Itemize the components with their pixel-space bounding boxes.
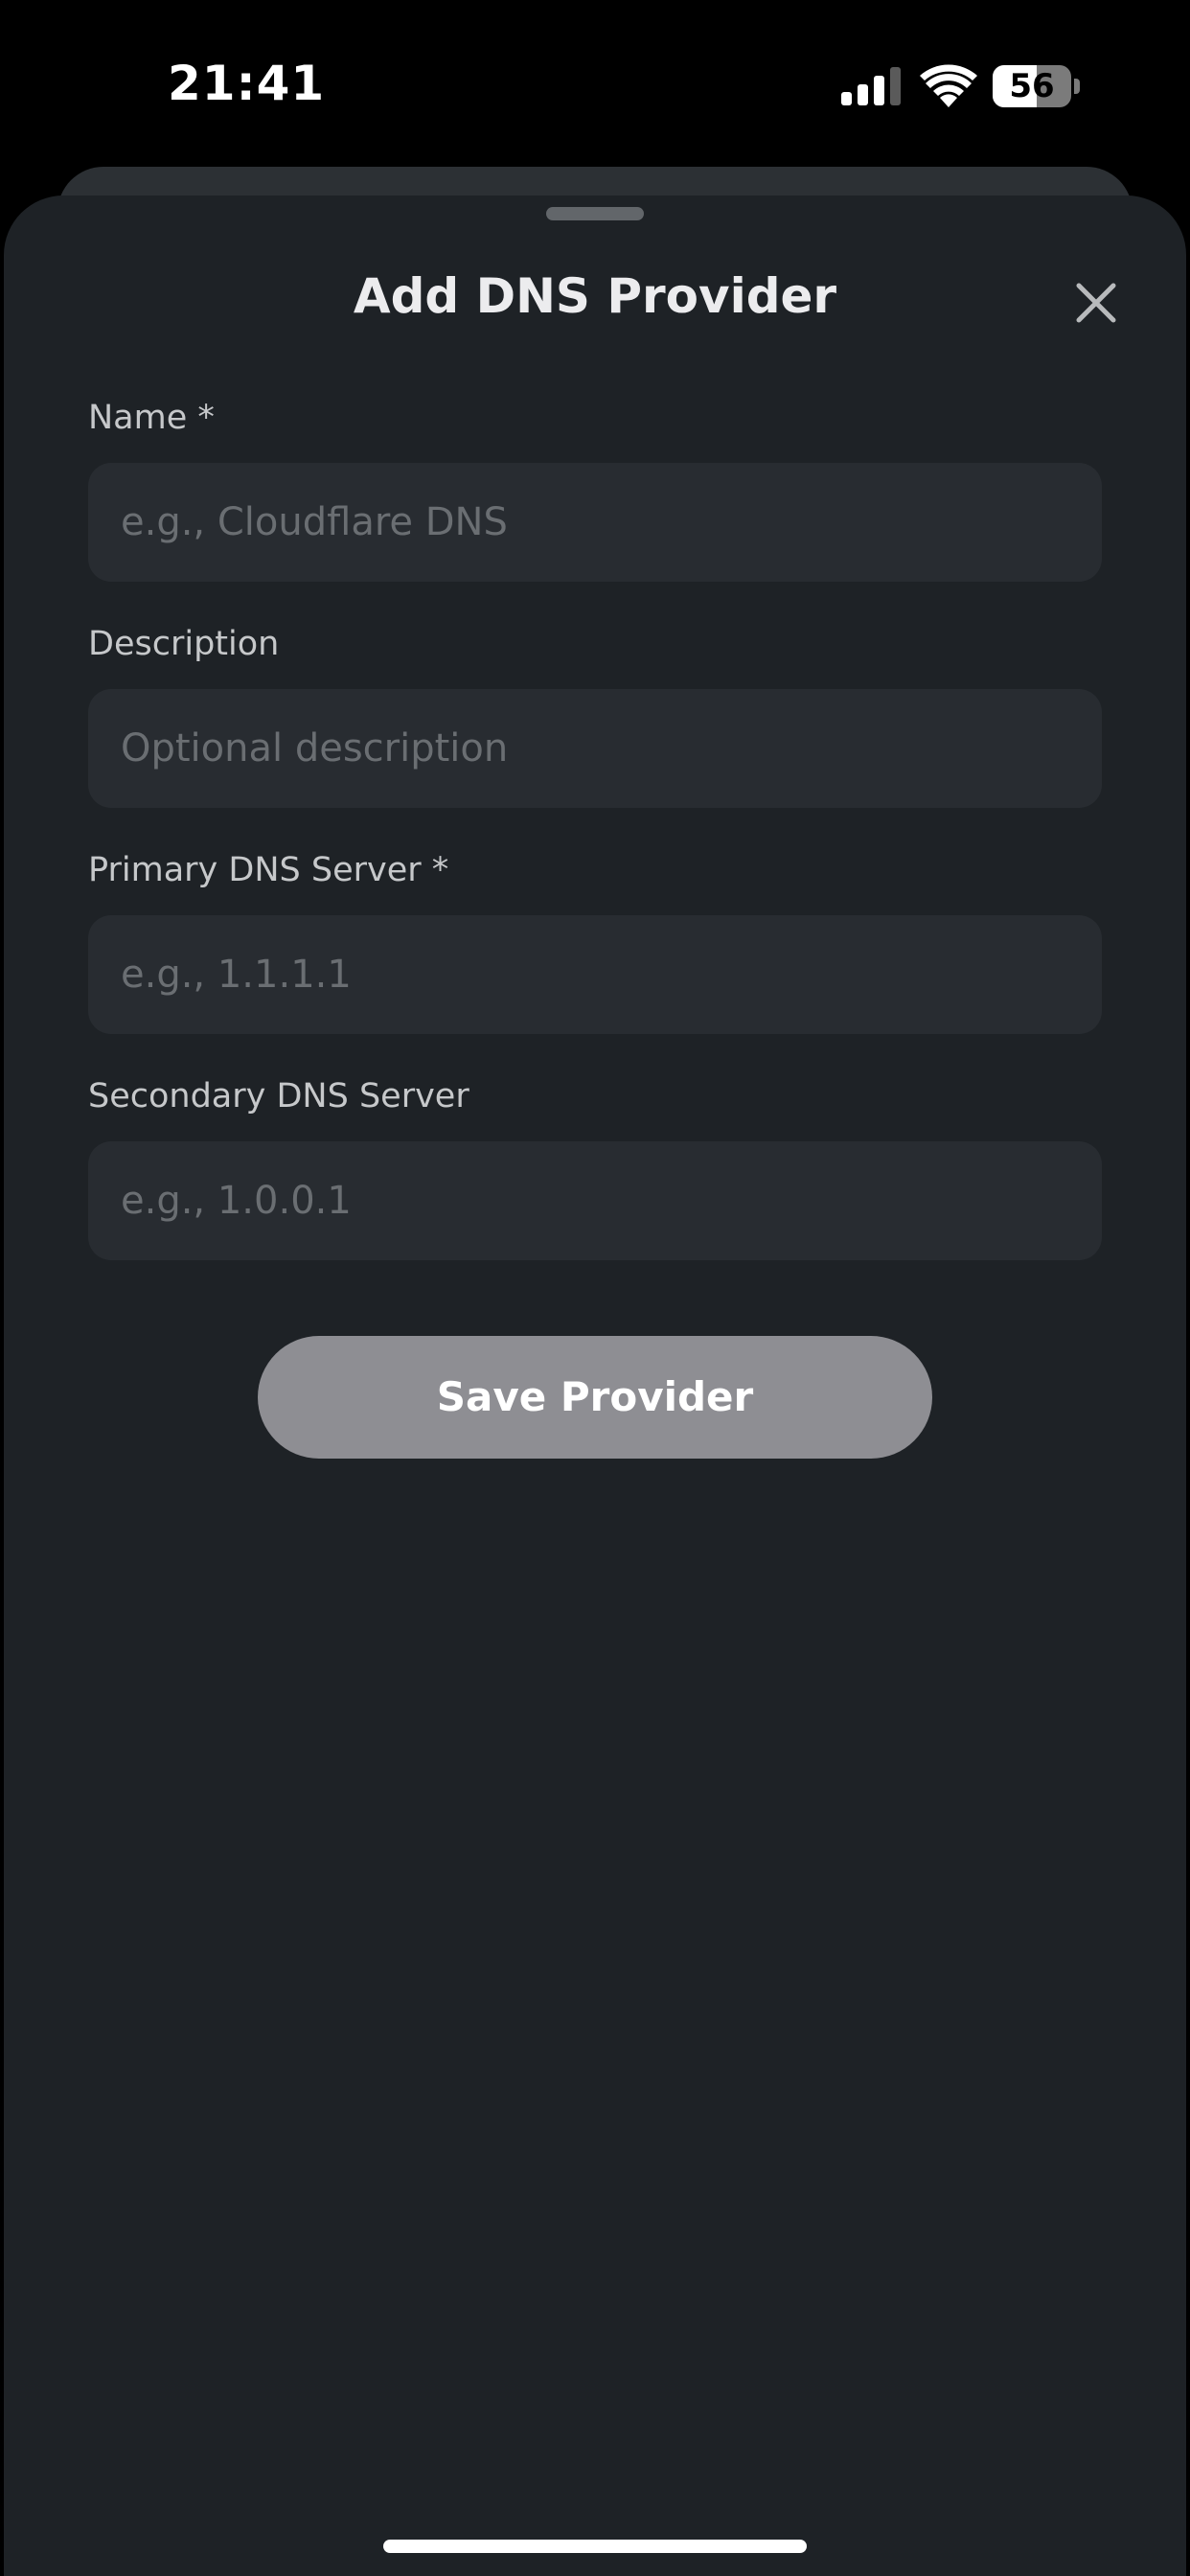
description-input[interactable] [88, 689, 1102, 808]
screen: 21:41 56 Add DNS Provider Name * e.g., C… [0, 0, 1190, 2576]
battery-body: 56 [993, 65, 1071, 107]
battery-icon: 56 [993, 65, 1080, 107]
sheet-title: Add DNS Provider [353, 268, 837, 324]
status-time: 21:41 [168, 56, 326, 111]
sheet-grabber[interactable] [546, 207, 644, 220]
save-provider-button[interactable]: Save Provider [258, 1336, 932, 1459]
status-bar: 21:41 56 [0, 0, 1190, 172]
home-indicator [383, 2540, 807, 2553]
secondary-dns-label: Secondary DNS Server [88, 1077, 469, 1116]
wifi-icon [920, 64, 977, 107]
name-label: Name * [88, 399, 215, 437]
description-label: Description [88, 625, 280, 663]
battery-level: 56 [1009, 67, 1055, 105]
name-input[interactable] [88, 463, 1102, 582]
close-icon[interactable] [1065, 272, 1127, 334]
add-dns-provider-sheet: Add DNS Provider Name * Description Prim… [4, 196, 1186, 2576]
battery-tip [1074, 79, 1080, 94]
cellular-signal-icon [841, 67, 901, 105]
primary-dns-label: Primary DNS Server * [88, 851, 449, 889]
primary-dns-input[interactable] [88, 915, 1102, 1034]
secondary-dns-input[interactable] [88, 1141, 1102, 1260]
